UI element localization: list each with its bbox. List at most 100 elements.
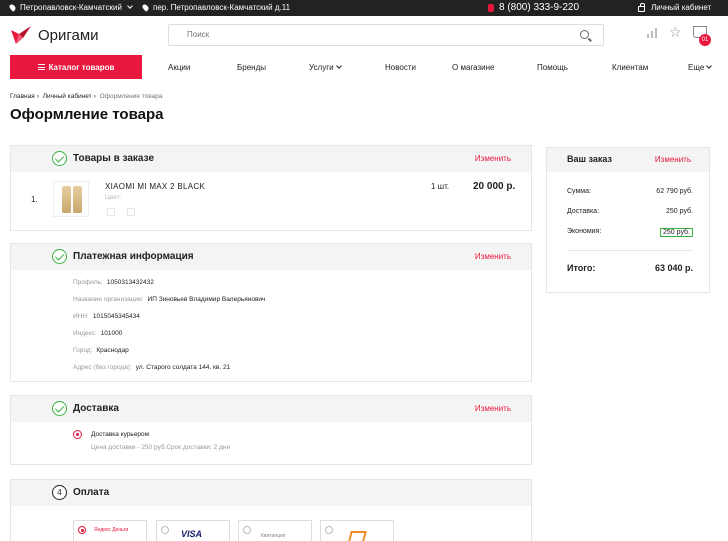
payment-method-card[interactable] xyxy=(320,520,394,541)
payment-method-label: Яндекс Деньги xyxy=(94,527,129,533)
breadcrumb-account[interactable]: Личный кабинет xyxy=(43,93,92,100)
payment-radio[interactable] xyxy=(161,526,169,534)
info-value: Краснодар xyxy=(96,347,129,354)
item-index: 1. xyxy=(31,195,38,204)
summary-label: Сумма: xyxy=(567,188,591,195)
phone-link[interactable]: 8 (800) 333-9-220 xyxy=(488,2,579,13)
info-row-organization: Название организации: ИП Зиновьев Владими… xyxy=(73,296,265,303)
nav-item-services[interactable]: Услуги xyxy=(309,63,342,72)
payment-radio[interactable] xyxy=(243,526,251,534)
section-title: Доставка xyxy=(73,403,119,414)
delivery-section: Доставка Изменить Доставка курьером Цена… xyxy=(10,395,532,465)
info-value: ул. Старого солдата 144, кв. 21 xyxy=(135,364,231,371)
summary-row-delivery: Доставка: 250 руб. xyxy=(567,208,693,215)
payment-radio[interactable] xyxy=(325,526,333,534)
product-color-label: Цвет: xyxy=(105,194,122,201)
location-pin-icon xyxy=(8,3,17,12)
search-box xyxy=(168,24,604,46)
nav-item-news[interactable]: Новости xyxy=(385,63,416,72)
address-label: пер. Петропавловск-Камчатский д.11 xyxy=(153,3,291,12)
summary-label: Доставка: xyxy=(567,208,600,215)
step-number: 4 xyxy=(52,485,67,500)
total-label: Итого: xyxy=(567,263,596,273)
order-items-section: Товары в заказе Изменить 1. XIAOMI MI MA… xyxy=(10,145,532,231)
search-icon[interactable] xyxy=(580,30,589,39)
info-label: Город: xyxy=(73,347,93,354)
chevron-down-icon xyxy=(335,63,342,69)
divider xyxy=(567,250,693,251)
nav-item-clients[interactable]: Клиентам xyxy=(612,63,648,72)
check-circle-icon xyxy=(52,151,67,166)
payment-method-yandex[interactable]: Яндекс Деньги xyxy=(73,520,147,541)
summary-row-sum: Сумма: 62 790 руб. xyxy=(567,188,693,195)
section-header: 4 Оплата xyxy=(11,480,531,506)
summary-total: Итого: 63 040 р. xyxy=(567,263,693,273)
edit-order-link[interactable]: Изменить xyxy=(475,154,511,163)
summary-value: 62 790 руб. xyxy=(656,188,693,195)
product-quantity: 1 шт. xyxy=(431,182,450,191)
info-label: Адрес (без города): xyxy=(73,364,132,371)
catalog-label: Каталог товаров xyxy=(48,62,115,72)
payment-radio[interactable] xyxy=(78,526,86,534)
search-input[interactable] xyxy=(187,30,567,39)
logo[interactable]: Оригами xyxy=(10,24,99,46)
edit-summary-link[interactable]: Изменить xyxy=(655,155,691,164)
nav-item-about[interactable]: О магазине xyxy=(452,63,495,72)
payment-method-visa[interactable]: VISA xyxy=(156,520,230,541)
summary-header: Ваш заказ Изменить xyxy=(547,148,709,172)
delivery-courier-radio[interactable] xyxy=(73,430,82,439)
catalog-button[interactable]: Каталог товаров xyxy=(10,55,142,79)
info-row-city: Город: Краснодар xyxy=(73,347,129,354)
section-header: Доставка Изменить xyxy=(11,396,531,422)
info-label: Профиль: xyxy=(73,279,103,286)
payment-method-receipt[interactable]: Квитанция xyxy=(238,520,312,541)
nav-item-brands[interactable]: Бренды xyxy=(237,63,266,72)
nav-item-help[interactable]: Помощь xyxy=(537,63,568,72)
info-row-index: Индекс: 101000 xyxy=(73,330,122,337)
account-label: Личный кабинет xyxy=(651,3,712,12)
summary-row-savings: Экономия: 250 руб. xyxy=(567,228,693,237)
delivery-option-label: Доставка курьером xyxy=(91,431,150,438)
logo-text: Оригами xyxy=(38,26,99,44)
info-label: Индекс: xyxy=(73,330,97,337)
nav-item-more[interactable]: Еще xyxy=(688,63,713,72)
section-header: Товары в заказе Изменить xyxy=(11,146,531,172)
favorites-star-icon[interactable]: ☆ xyxy=(669,24,682,41)
account-link[interactable]: Личный кабинет xyxy=(638,2,712,12)
payment-section: 4 Оплата Яндекс Деньги VISA Квитанция xyxy=(10,479,532,541)
menu-icon xyxy=(37,64,45,70)
nav-item-promotions[interactable]: Акции xyxy=(168,63,190,72)
section-header: Платежная информация Изменить xyxy=(11,244,531,270)
store-address[interactable]: пер. Петропавловск-Камчатский д.11 xyxy=(141,3,291,12)
payment-method-label: VISA xyxy=(181,529,203,539)
summary-value: 250 руб. xyxy=(660,228,693,237)
breadcrumb-current: Оформление товара xyxy=(99,93,163,100)
info-value: ИП Зиновьев Владимир Валерьянович xyxy=(147,296,266,303)
compare-icon[interactable] xyxy=(647,28,657,38)
product-name[interactable]: XIAOMI MI MAX 2 BLACK xyxy=(105,182,205,191)
summary-value: 250 руб. xyxy=(666,208,693,215)
info-label: ИНН: xyxy=(73,313,89,320)
delivery-note: Цена доставки - 250 руб.Срок доставки: 2… xyxy=(91,444,230,451)
phone-icon xyxy=(488,3,494,12)
lock-icon xyxy=(638,2,645,12)
order-summary: Ваш заказ Изменить Сумма: 62 790 руб. Дос… xyxy=(546,147,710,293)
info-label: Название организации: xyxy=(73,296,144,303)
breadcrumb-home[interactable]: Главная xyxy=(10,93,35,100)
edit-delivery-link[interactable]: Изменить xyxy=(475,404,511,413)
total-value: 63 040 р. xyxy=(654,263,693,273)
cart-count-badge: 01 xyxy=(699,34,711,46)
section-title: Оплата xyxy=(73,487,110,498)
info-row-profile: Профиль: 1050313432432 xyxy=(73,279,154,286)
city-selector[interactable]: Петропавловск-Камчатский xyxy=(8,2,133,12)
summary-title: Ваш заказ xyxy=(567,154,612,164)
edit-payment-info-link[interactable]: Изменить xyxy=(475,252,511,261)
origami-bird-icon xyxy=(11,26,31,44)
chevron-down-icon xyxy=(127,2,133,9)
phone-back-shape xyxy=(73,186,82,213)
product-row: 1. XIAOMI MI MAX 2 BLACK Цвет: 1 шт. 20 … xyxy=(11,172,531,232)
check-circle-icon xyxy=(52,249,67,264)
top-bar: Петропавловск-Камчатский пер. Петропавло… xyxy=(0,0,728,16)
product-image[interactable] xyxy=(53,181,89,217)
summary-label: Экономия: xyxy=(567,228,602,235)
